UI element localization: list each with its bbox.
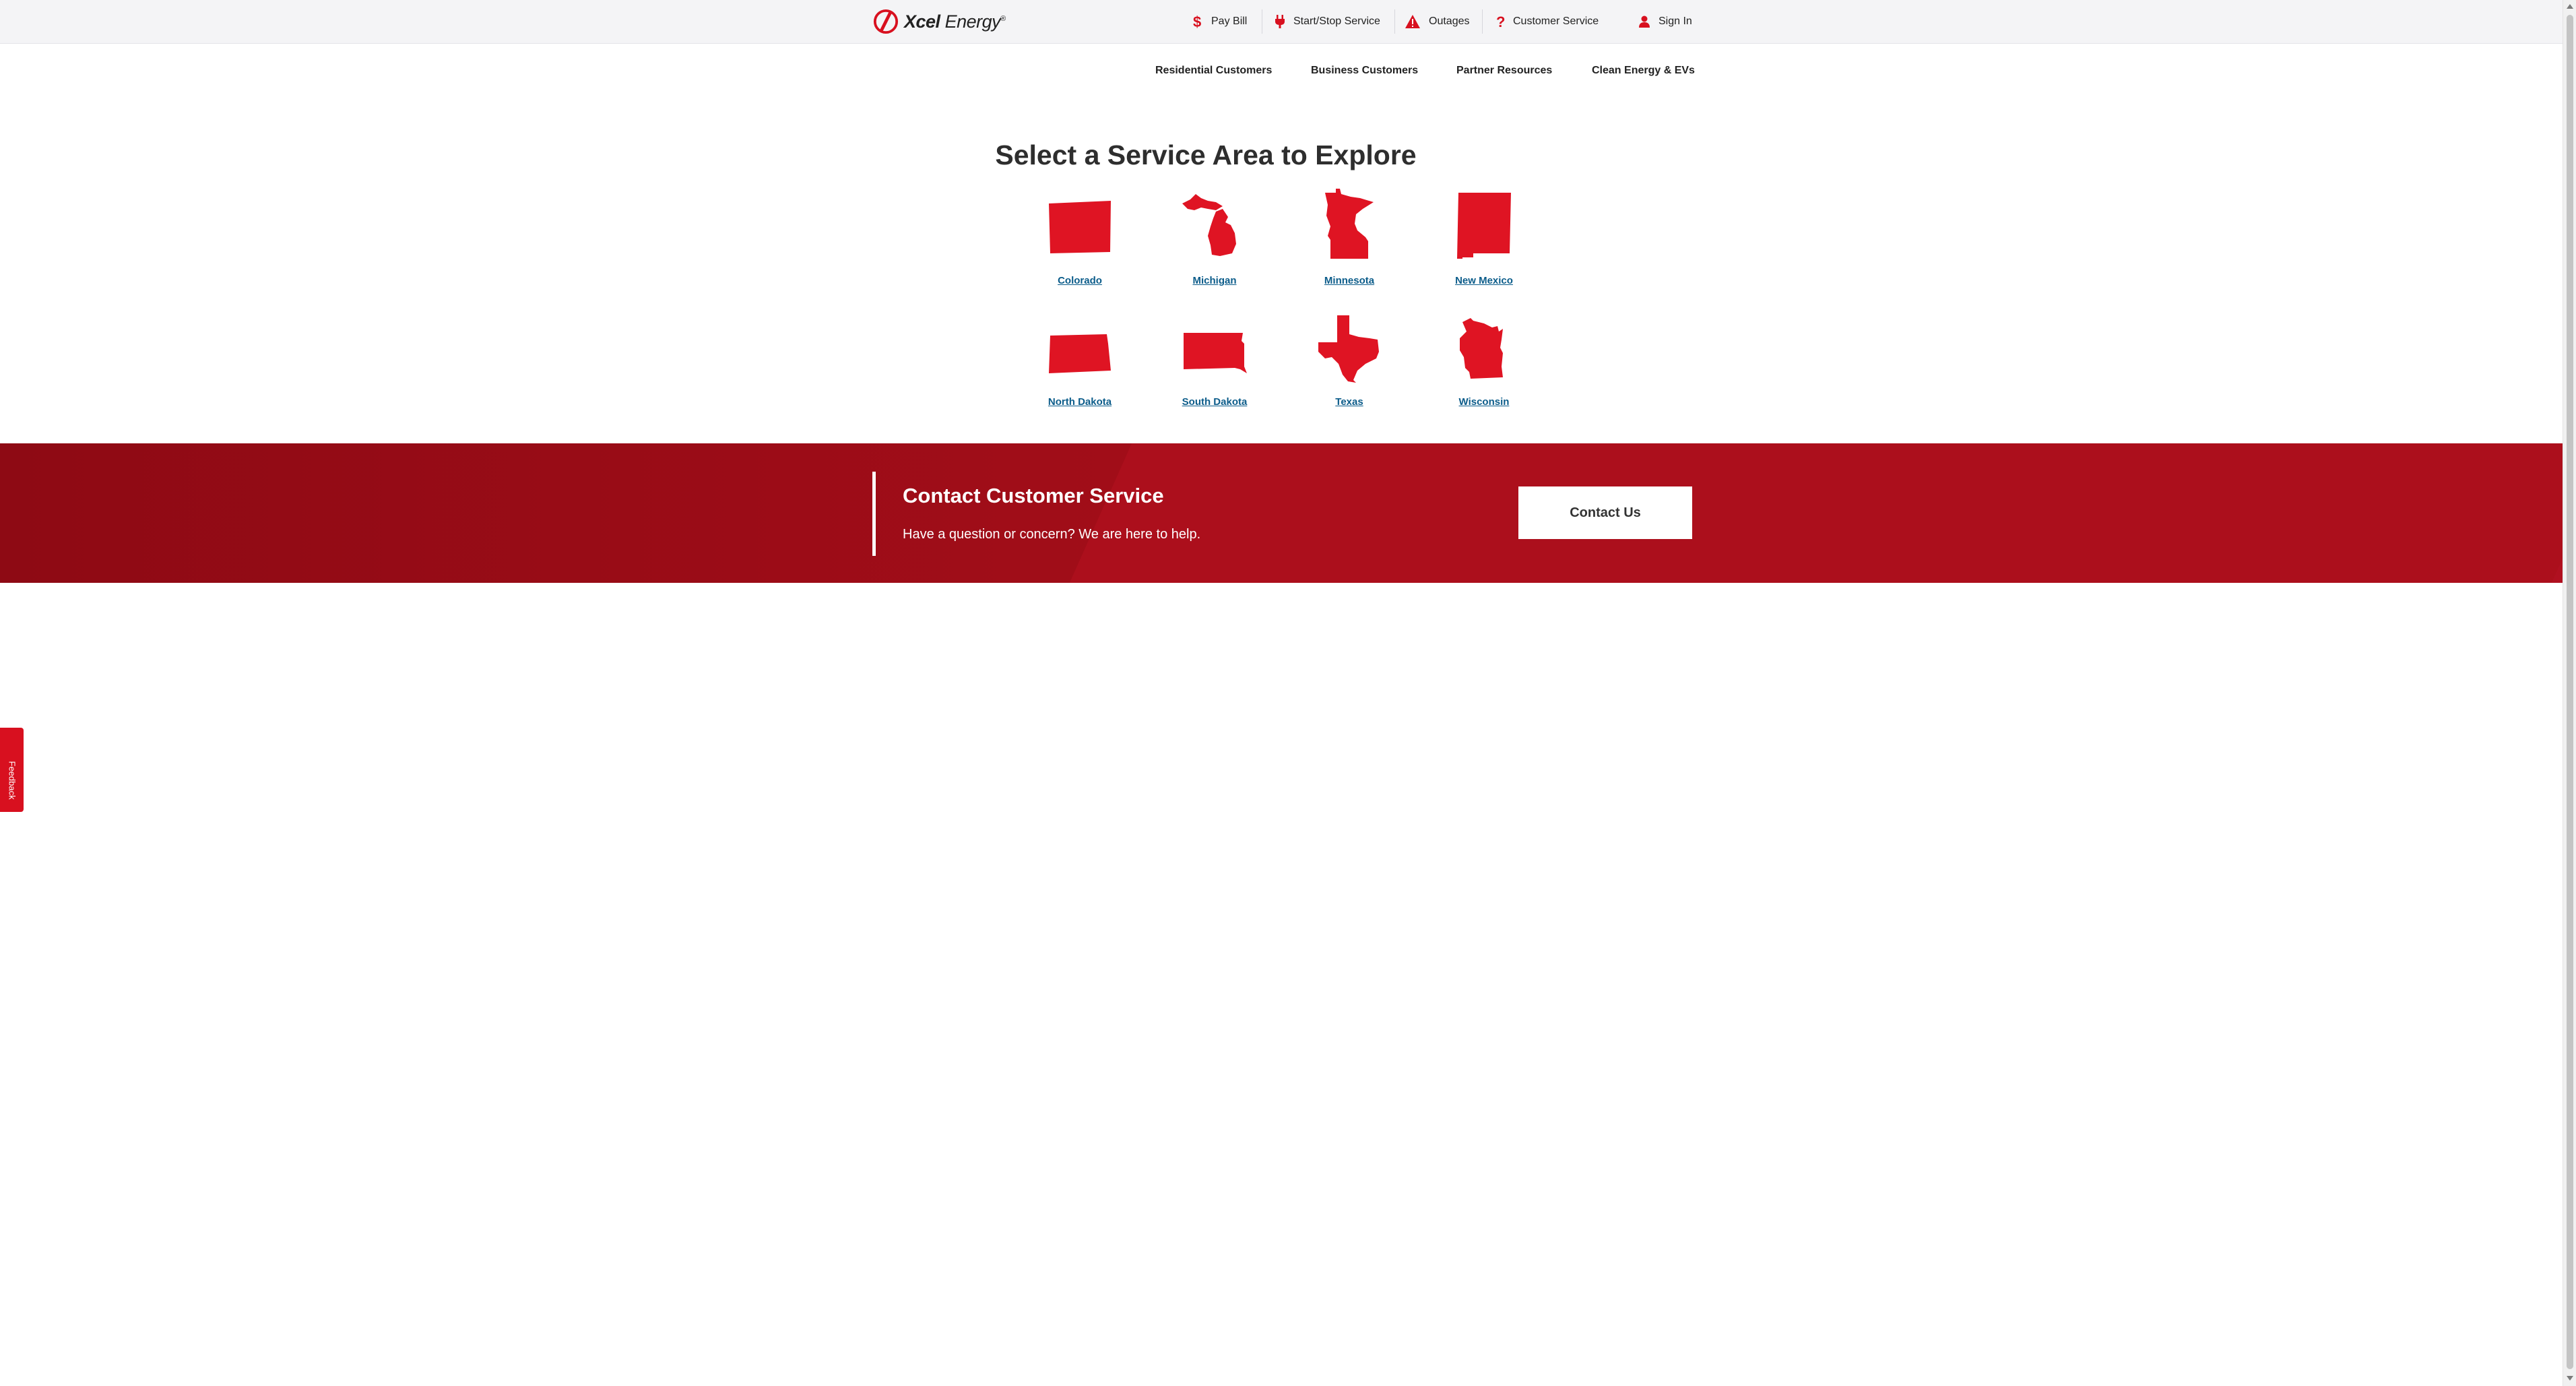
warning-triangle-icon — [1405, 15, 1420, 28]
texas-map-icon — [1318, 315, 1379, 383]
nav-residential-customers[interactable]: Residential Customers — [1155, 65, 1272, 78]
scroll-down-arrow-icon[interactable] — [2567, 1376, 2573, 1381]
scroll-up-arrow-icon[interactable] — [2567, 4, 2573, 9]
utility-divider — [1394, 9, 1395, 34]
question-mark-icon: ? — [1496, 14, 1505, 29]
scroll-thumb[interactable] — [2567, 15, 2573, 1369]
nav-business-customers[interactable]: Business Customers — [1311, 65, 1418, 78]
start-stop-service-link[interactable]: Start/Stop Service — [1275, 0, 1380, 43]
start-stop-service-label: Start/Stop Service — [1293, 15, 1380, 27]
sign-in-label: Sign In — [1659, 15, 1692, 27]
contact-banner-title: Contact Customer Service — [903, 484, 1164, 507]
sign-in-link[interactable]: Sign In — [1638, 0, 1692, 43]
state-label: Texas — [1335, 396, 1363, 408]
south-dakota-map-icon — [1184, 333, 1247, 373]
customer-service-label: Customer Service — [1513, 15, 1599, 27]
power-plug-icon — [1275, 15, 1285, 28]
state-label: Michigan — [1192, 275, 1237, 286]
colorado-map-icon — [1049, 201, 1111, 253]
state-michigan[interactable]: Michigan — [1147, 194, 1282, 303]
dollar-icon: $ — [1193, 14, 1201, 29]
new-mexico-map-icon — [1457, 193, 1511, 259]
utility-bar: Xcel Energy® $ Pay Bill Start/Stop Servi… — [0, 0, 2563, 44]
state-label: New Mexico — [1455, 275, 1513, 286]
customer-service-link[interactable]: ? Customer Service — [1495, 0, 1599, 43]
state-label: Colorado — [1058, 275, 1102, 286]
state-new-mexico[interactable]: New Mexico — [1417, 193, 1551, 303]
state-texas[interactable]: Texas — [1282, 315, 1417, 424]
north-dakota-map-icon — [1049, 334, 1111, 373]
pay-bill-link[interactable]: $ Pay Bill — [1192, 0, 1247, 43]
xcel-logo-icon — [873, 9, 899, 34]
utility-divider — [1482, 9, 1483, 34]
state-south-dakota[interactable]: South Dakota — [1147, 317, 1282, 424]
banner-decoration — [1069, 443, 2563, 583]
nav-clean-energy-evs[interactable]: Clean Energy & EVs — [1592, 65, 1695, 78]
state-label: Minnesota — [1324, 275, 1375, 286]
brand-logo[interactable]: Xcel Energy® — [873, 7, 1006, 36]
banner-accent-rule — [872, 472, 876, 556]
outages-link[interactable]: Outages — [1405, 0, 1469, 43]
state-colorado[interactable]: Colorado — [1012, 195, 1147, 303]
vertical-scrollbar[interactable] — [2563, 0, 2576, 1386]
feedback-label: Feedback — [7, 761, 18, 800]
svg-text:$: $ — [1193, 14, 1201, 29]
state-north-dakota[interactable]: North Dakota — [1012, 317, 1147, 424]
svg-text:?: ? — [1496, 14, 1505, 29]
state-label: South Dakota — [1182, 396, 1248, 408]
user-icon — [1639, 15, 1650, 28]
state-label: Wisconsin — [1458, 396, 1510, 408]
michigan-map-icon — [1182, 194, 1236, 256]
brand-name: Xcel Energy® — [904, 11, 1006, 32]
wisconsin-map-icon — [1460, 318, 1503, 379]
minnesota-map-icon — [1325, 189, 1374, 259]
feedback-tab[interactable]: Feedback — [0, 728, 24, 812]
outages-label: Outages — [1429, 15, 1470, 27]
state-minnesota[interactable]: Minnesota — [1282, 189, 1417, 303]
state-wisconsin[interactable]: Wisconsin — [1417, 317, 1551, 424]
state-label: North Dakota — [1048, 396, 1112, 408]
contact-banner: Contact Customer Service Have a question… — [0, 443, 2563, 583]
contact-us-button[interactable]: Contact Us — [1518, 486, 1692, 539]
nav-partner-resources[interactable]: Partner Resources — [1456, 65, 1552, 78]
pay-bill-label: Pay Bill — [1211, 15, 1248, 27]
page-heading: Select a Service Area to Explore — [995, 139, 1417, 171]
contact-banner-subtitle: Have a question or concern? We are here … — [903, 527, 1201, 542]
